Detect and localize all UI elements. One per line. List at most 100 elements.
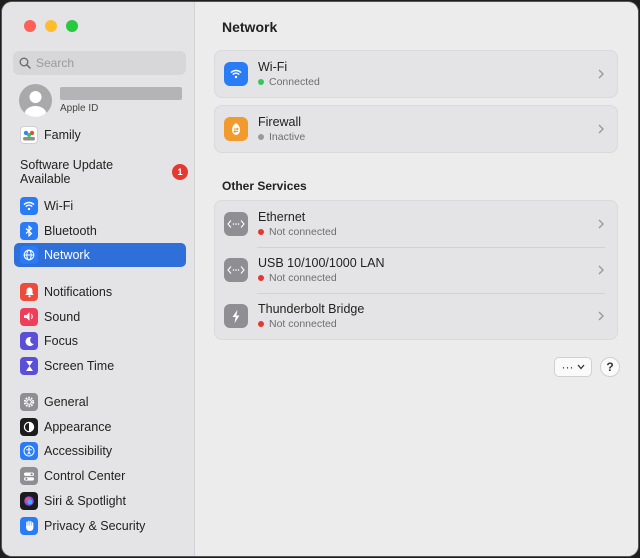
sidebar-item-privacy-security[interactable]: Privacy & Security (14, 514, 186, 538)
sidebar-item-label: Privacy & Security (44, 518, 146, 533)
avatar (19, 84, 52, 117)
status-dot (258, 134, 264, 140)
gear-icon (20, 393, 38, 411)
sidebar-item-siri-spotlight[interactable]: Siri & Spotlight (14, 489, 186, 513)
sidebar-item-label: Appearance (44, 419, 112, 434)
service-text: Thunderbolt Bridge Not connected (258, 302, 593, 330)
firewall-card: Firewall Inactive (214, 105, 618, 153)
apple-id-account[interactable]: Apple ID (19, 84, 189, 118)
software-update-label: Software Update Available (20, 158, 114, 186)
page-title: Network (222, 19, 278, 35)
service-text: Ethernet Not connected (258, 210, 593, 238)
sidebar-item-label: Network (44, 248, 90, 263)
sidebar-item-label: Notifications (44, 285, 113, 299)
wifi-icon (20, 197, 38, 215)
sidebar-item-label: Control Center (44, 469, 126, 484)
wifi-icon (224, 62, 248, 86)
ethernet-icon (224, 258, 248, 282)
main-pane: Network Wi-Fi Connected Firewall Inactive … (196, 2, 638, 556)
sidebar-item-appearance[interactable]: Appearance (14, 415, 186, 439)
account-name-redacted (60, 87, 182, 100)
sidebar-item-control-center[interactable]: Control Center (14, 464, 186, 488)
minimize-button[interactable] (45, 20, 57, 32)
hourglass-icon (20, 357, 38, 376)
chevron-right-icon (593, 121, 609, 137)
status-label: Inactive (269, 131, 306, 143)
service-row-firewall[interactable]: Firewall Inactive (215, 106, 617, 152)
service-text: USB 10/100/1000 LAN Not connected (258, 256, 593, 284)
service-name: Thunderbolt Bridge (258, 302, 365, 316)
sidebar-item-notifications[interactable]: Notifications (14, 280, 186, 304)
status-dot (258, 79, 264, 85)
zoom-button[interactable] (66, 20, 78, 32)
service-name: USB 10/100/1000 LAN (258, 256, 385, 270)
chevron-right-icon (593, 216, 609, 232)
ethernet-icon (224, 212, 248, 236)
speaker-icon (20, 307, 38, 326)
bell-icon (20, 283, 38, 301)
sidebar-item-label: Accessibility (44, 444, 113, 459)
sidebar-item-accessibility[interactable]: Accessibility (14, 439, 186, 463)
settings-window: Apple ID Family Software Update Availabl… (2, 2, 638, 556)
sidebar-item-bluetooth[interactable]: Bluetooth (14, 219, 186, 243)
close-button[interactable] (24, 20, 36, 32)
firewall-icon (224, 117, 248, 141)
sidebar-item-label: Wi-Fi (44, 199, 74, 213)
service-name: Firewall (258, 115, 302, 129)
hand-icon (20, 516, 38, 535)
appearance-icon (20, 417, 38, 436)
control-center-icon (20, 467, 38, 486)
more-actions-button[interactable]: ··· (554, 357, 592, 377)
sidebar-item-family[interactable]: Family (14, 123, 186, 147)
service-row-usb-10-100-1000-lan[interactable]: USB 10/100/1000 LAN Not connected (215, 247, 617, 293)
status-label: Not connected (269, 318, 337, 330)
chevron-right-icon (593, 66, 609, 82)
sidebar-item-wi-fi[interactable]: Wi-Fi (14, 194, 186, 218)
sidebar: Apple ID Family Software Update Availabl… (2, 2, 195, 556)
other-services-heading: Other Services (222, 179, 307, 193)
service-status: Not connected (258, 318, 593, 330)
service-name: Ethernet (258, 210, 306, 224)
sidebar-item-screen-time[interactable]: Screen Time (14, 354, 186, 378)
status-dot (258, 229, 264, 235)
sidebar-item-focus[interactable]: Focus (14, 329, 186, 353)
apple-id-label: Apple ID (60, 103, 99, 114)
sidebar-item-sound[interactable]: Sound (14, 305, 186, 329)
status-label: Not connected (269, 226, 337, 238)
chevron-down-icon (577, 364, 584, 370)
service-name: Wi-Fi (258, 60, 288, 74)
chevron-right-icon (593, 308, 609, 324)
family-icon (20, 126, 38, 144)
service-text: Firewall Inactive (258, 115, 593, 143)
status-dot (258, 321, 264, 327)
service-status: Not connected (258, 272, 593, 284)
service-row-ethernet[interactable]: Ethernet Not connected (215, 201, 617, 247)
service-status: Connected (258, 76, 593, 88)
service-row-wi-fi[interactable]: Wi-Fi Connected (215, 51, 617, 97)
service-status: Inactive (258, 131, 593, 143)
sidebar-item-label: Bluetooth (44, 223, 97, 238)
sidebar-item-label: Siri & Spotlight (44, 493, 126, 508)
sidebar-item-network[interactable]: Network (14, 243, 186, 268)
sidebar-item-label: Family (44, 128, 81, 142)
search-input[interactable] (36, 56, 176, 70)
sidebar-item-general[interactable]: General (14, 390, 186, 414)
sidebar-item-label: Focus (44, 334, 79, 349)
software-update-item[interactable]: Software Update Available 1 (20, 158, 188, 186)
moon-icon (20, 332, 38, 351)
sidebar-item-label: Sound (44, 309, 81, 324)
bluetooth-icon (20, 221, 38, 240)
globe-icon (20, 246, 38, 265)
sidebar-item-label: General (44, 395, 89, 409)
search-field[interactable] (13, 51, 186, 75)
service-row-thunderbolt-bridge[interactable]: Thunderbolt Bridge Not connected (215, 293, 617, 339)
status-label: Not connected (269, 272, 337, 284)
sidebar-item-label: Screen Time (44, 359, 115, 374)
wifi-card: Wi-Fi Connected (214, 50, 618, 98)
help-button[interactable]: ? (600, 357, 620, 377)
search-icon (19, 57, 31, 69)
service-status: Not connected (258, 226, 593, 238)
accessibility-icon (20, 442, 38, 461)
chevron-right-icon (593, 262, 609, 278)
thunderbolt-icon (224, 304, 248, 328)
